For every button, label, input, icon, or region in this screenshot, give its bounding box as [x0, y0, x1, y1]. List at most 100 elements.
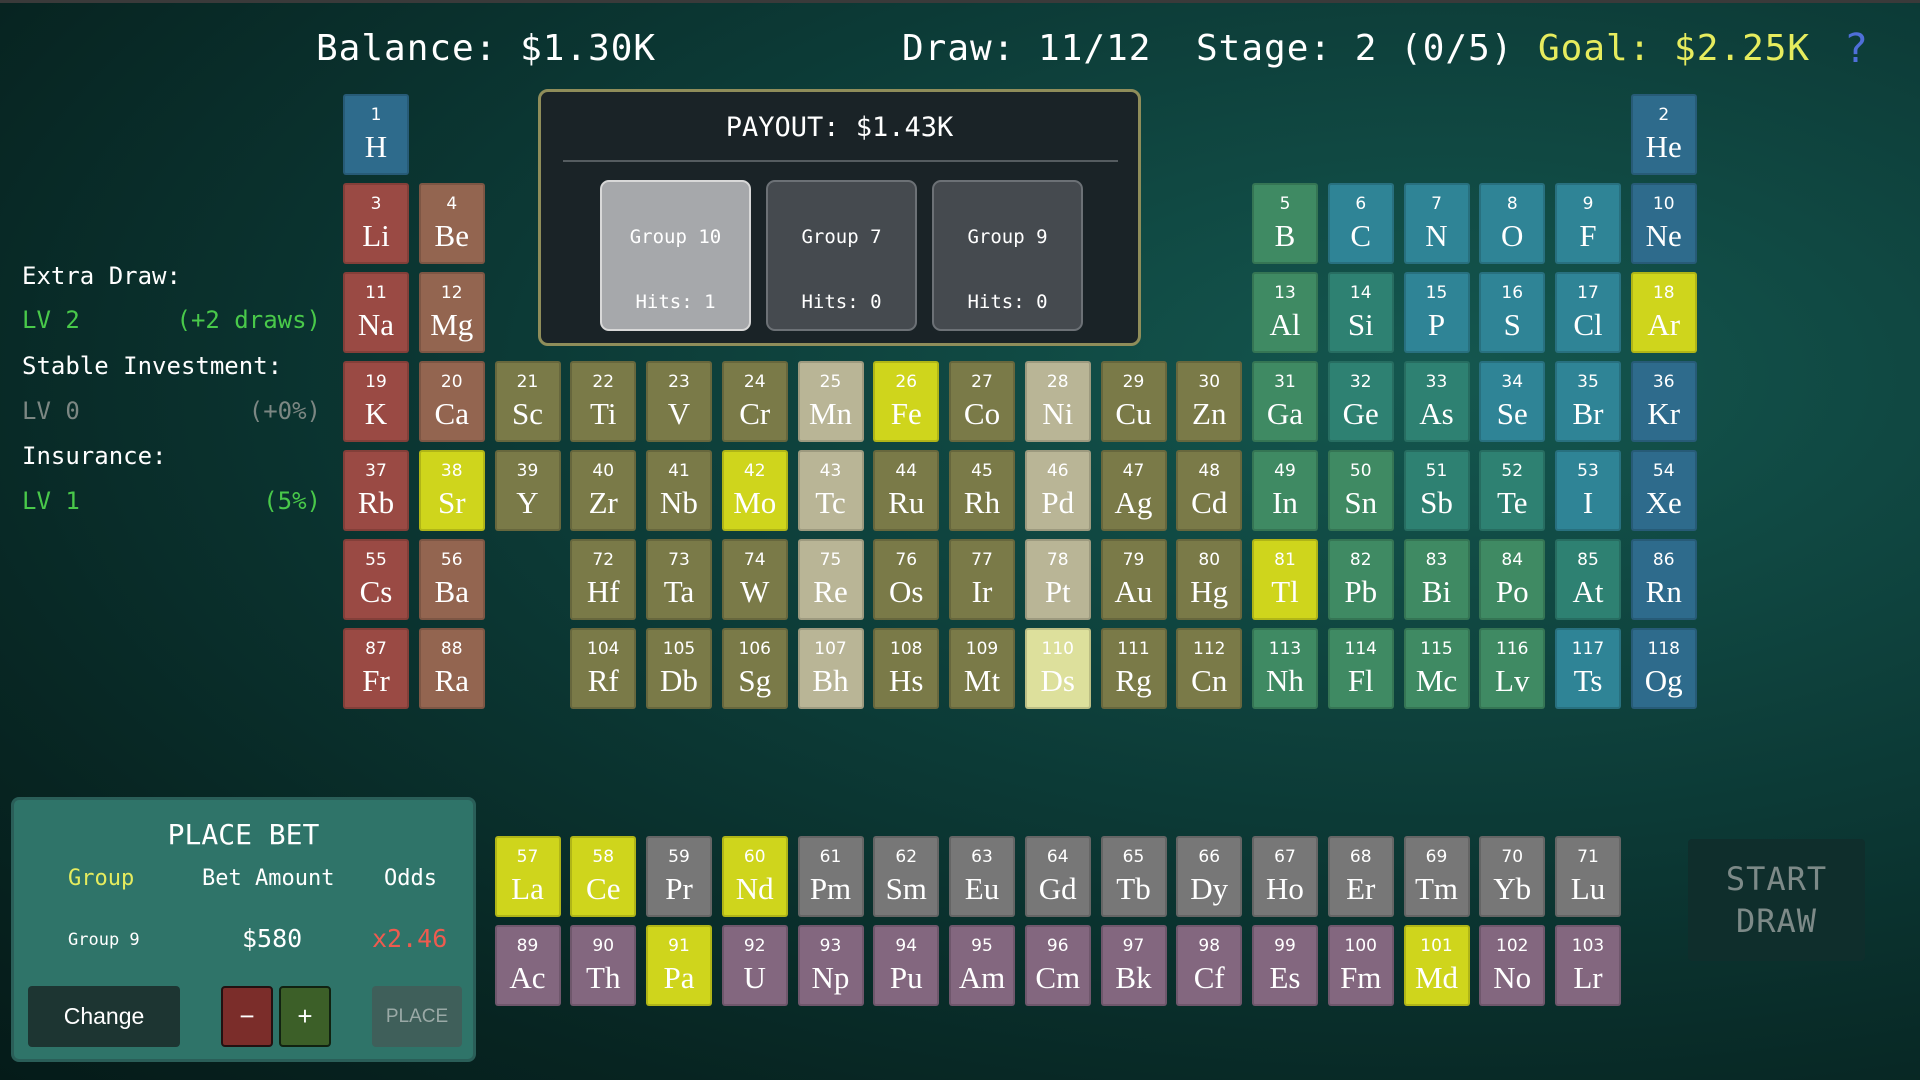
- element-tile-rn[interactable]: 86 Rn: [1630, 539, 1697, 620]
- element-tile-cl[interactable]: 17 Cl: [1555, 272, 1621, 353]
- payout-group-card[interactable]: Group 9 Hits: 0: [932, 180, 1083, 331]
- element-tile-ne[interactable]: 10 Ne: [1630, 183, 1697, 264]
- element-tile-p[interactable]: 15 P: [1403, 272, 1470, 353]
- element-tile-pd[interactable]: 46 Pd: [1024, 450, 1091, 531]
- element-tile-w[interactable]: 74 W: [721, 539, 788, 620]
- element-tile-zr[interactable]: 40 Zr: [570, 450, 637, 531]
- element-tile-k[interactable]: 19 K: [343, 361, 409, 442]
- element-tile-no[interactable]: 102 No: [1479, 925, 1546, 1006]
- element-tile-fr[interactable]: 87 Fr: [343, 628, 409, 709]
- element-tile-ho[interactable]: 67 Ho: [1252, 836, 1318, 917]
- element-tile-cn[interactable]: 112 Cn: [1176, 628, 1243, 709]
- element-tile-kr[interactable]: 36 Kr: [1630, 361, 1697, 442]
- element-tile-ts[interactable]: 117 Ts: [1555, 628, 1621, 709]
- element-tile-pb[interactable]: 82 Pb: [1327, 539, 1394, 620]
- element-tile-s[interactable]: 16 S: [1479, 272, 1546, 353]
- element-tile-rg[interactable]: 111 Rg: [1100, 628, 1167, 709]
- element-tile-ag[interactable]: 47 Ag: [1100, 450, 1167, 531]
- element-tile-in[interactable]: 49 In: [1252, 450, 1318, 531]
- element-tile-fl[interactable]: 114 Fl: [1327, 628, 1394, 709]
- element-tile-tb[interactable]: 65 Tb: [1100, 836, 1167, 917]
- element-tile-sg[interactable]: 106 Sg: [721, 628, 788, 709]
- element-tile-fe[interactable]: 26 Fe: [873, 361, 940, 442]
- element-tile-xe[interactable]: 54 Xe: [1630, 450, 1697, 531]
- element-tile-db[interactable]: 105 Db: [646, 628, 712, 709]
- element-tile-li[interactable]: 3 Li: [343, 183, 409, 264]
- element-tile-o[interactable]: 8O: [1479, 183, 1546, 264]
- element-tile-rb[interactable]: 37 Rb: [343, 450, 409, 531]
- element-tile-sn[interactable]: 50 Sn: [1327, 450, 1394, 531]
- element-tile-br[interactable]: 35 Br: [1555, 361, 1621, 442]
- element-tile-mo[interactable]: 42 Mo: [721, 450, 788, 531]
- element-tile-co[interactable]: 27 Co: [949, 361, 1015, 442]
- element-tile-pa[interactable]: 91 Pa: [646, 925, 712, 1006]
- element-tile-au[interactable]: 79 Au: [1100, 539, 1167, 620]
- element-tile-sr[interactable]: 38 Sr: [418, 450, 485, 531]
- place-bet-button[interactable]: PLACE: [372, 986, 462, 1047]
- element-tile-gd[interactable]: 64 Gd: [1024, 836, 1091, 917]
- element-tile-at[interactable]: 85 At: [1555, 539, 1621, 620]
- element-tile-es[interactable]: 99 Es: [1252, 925, 1318, 1006]
- element-tile-te[interactable]: 52 Te: [1479, 450, 1546, 531]
- element-tile-c[interactable]: 6C: [1327, 183, 1394, 264]
- element-tile-he[interactable]: 2 He: [1630, 94, 1697, 175]
- element-tile-h[interactable]: 1H: [343, 94, 409, 175]
- element-tile-cf[interactable]: 98 Cf: [1176, 925, 1243, 1006]
- element-tile-ba[interactable]: 56 Ba: [418, 539, 485, 620]
- element-tile-og[interactable]: 118 Og: [1630, 628, 1697, 709]
- element-tile-as[interactable]: 33 As: [1403, 361, 1470, 442]
- element-tile-fm[interactable]: 100 Fm: [1327, 925, 1394, 1006]
- element-tile-cm[interactable]: 96 Cm: [1024, 925, 1091, 1006]
- element-tile-na[interactable]: 11 Na: [343, 272, 409, 353]
- element-tile-mc[interactable]: 115 Mc: [1403, 628, 1470, 709]
- element-tile-lr[interactable]: 103 Lr: [1555, 925, 1621, 1006]
- element-tile-os[interactable]: 76 Os: [873, 539, 940, 620]
- element-tile-ce[interactable]: 58 Ce: [570, 836, 637, 917]
- element-tile-yb[interactable]: 70 Yb: [1479, 836, 1546, 917]
- element-tile-sm[interactable]: 62 Sm: [873, 836, 940, 917]
- element-tile-np[interactable]: 93 Np: [797, 925, 864, 1006]
- element-tile-lv[interactable]: 116 Lv: [1479, 628, 1546, 709]
- element-tile-se[interactable]: 34 Se: [1479, 361, 1546, 442]
- element-tile-md[interactable]: 101 Md: [1403, 925, 1470, 1006]
- element-tile-v[interactable]: 23 V: [646, 361, 712, 442]
- element-tile-hs[interactable]: 108 Hs: [873, 628, 940, 709]
- element-tile-pt[interactable]: 78 Pt: [1024, 539, 1091, 620]
- element-tile-mg[interactable]: 12 Mg: [418, 272, 485, 353]
- element-tile-bi[interactable]: 83 Bi: [1403, 539, 1470, 620]
- element-tile-lu[interactable]: 71 Lu: [1555, 836, 1621, 917]
- element-tile-bh[interactable]: 107 Bh: [797, 628, 864, 709]
- element-tile-ac[interactable]: 89 Ac: [494, 925, 561, 1006]
- element-tile-pm[interactable]: 61 Pm: [797, 836, 864, 917]
- payout-group-card[interactable]: Group 10 Hits: 1: [600, 180, 751, 331]
- element-tile-pu[interactable]: 94 Pu: [873, 925, 940, 1006]
- element-tile-i[interactable]: 53 I: [1555, 450, 1621, 531]
- element-tile-ga[interactable]: 31 Ga: [1252, 361, 1318, 442]
- element-tile-ta[interactable]: 73 Ta: [646, 539, 712, 620]
- element-tile-cs[interactable]: 55 Cs: [343, 539, 409, 620]
- element-tile-u[interactable]: 92 U: [721, 925, 788, 1006]
- element-tile-mt[interactable]: 109 Mt: [949, 628, 1015, 709]
- element-tile-be[interactable]: 4 Be: [418, 183, 485, 264]
- element-tile-bk[interactable]: 97 Bk: [1100, 925, 1167, 1006]
- element-tile-n[interactable]: 7N: [1403, 183, 1470, 264]
- element-tile-cu[interactable]: 29 Cu: [1100, 361, 1167, 442]
- element-tile-tl[interactable]: 81 Tl: [1252, 539, 1318, 620]
- element-tile-th[interactable]: 90 Th: [570, 925, 637, 1006]
- element-tile-al[interactable]: 13 Al: [1252, 272, 1318, 353]
- element-tile-dy[interactable]: 66 Dy: [1176, 836, 1243, 917]
- element-tile-ir[interactable]: 77 Ir: [949, 539, 1015, 620]
- element-tile-eu[interactable]: 63 Eu: [949, 836, 1015, 917]
- element-tile-tm[interactable]: 69 Tm: [1403, 836, 1470, 917]
- element-tile-cr[interactable]: 24 Cr: [721, 361, 788, 442]
- element-tile-tc[interactable]: 43 Tc: [797, 450, 864, 531]
- element-tile-pr[interactable]: 59 Pr: [646, 836, 712, 917]
- element-tile-po[interactable]: 84 Po: [1479, 539, 1546, 620]
- element-tile-zn[interactable]: 30 Zn: [1176, 361, 1243, 442]
- element-tile-ca[interactable]: 20 Ca: [418, 361, 485, 442]
- increase-bet-button[interactable]: +: [279, 986, 331, 1047]
- element-tile-sb[interactable]: 51 Sb: [1403, 450, 1470, 531]
- element-tile-cd[interactable]: 48 Cd: [1176, 450, 1243, 531]
- element-tile-b[interactable]: 5B: [1252, 183, 1318, 264]
- element-tile-ni[interactable]: 28 Ni: [1024, 361, 1091, 442]
